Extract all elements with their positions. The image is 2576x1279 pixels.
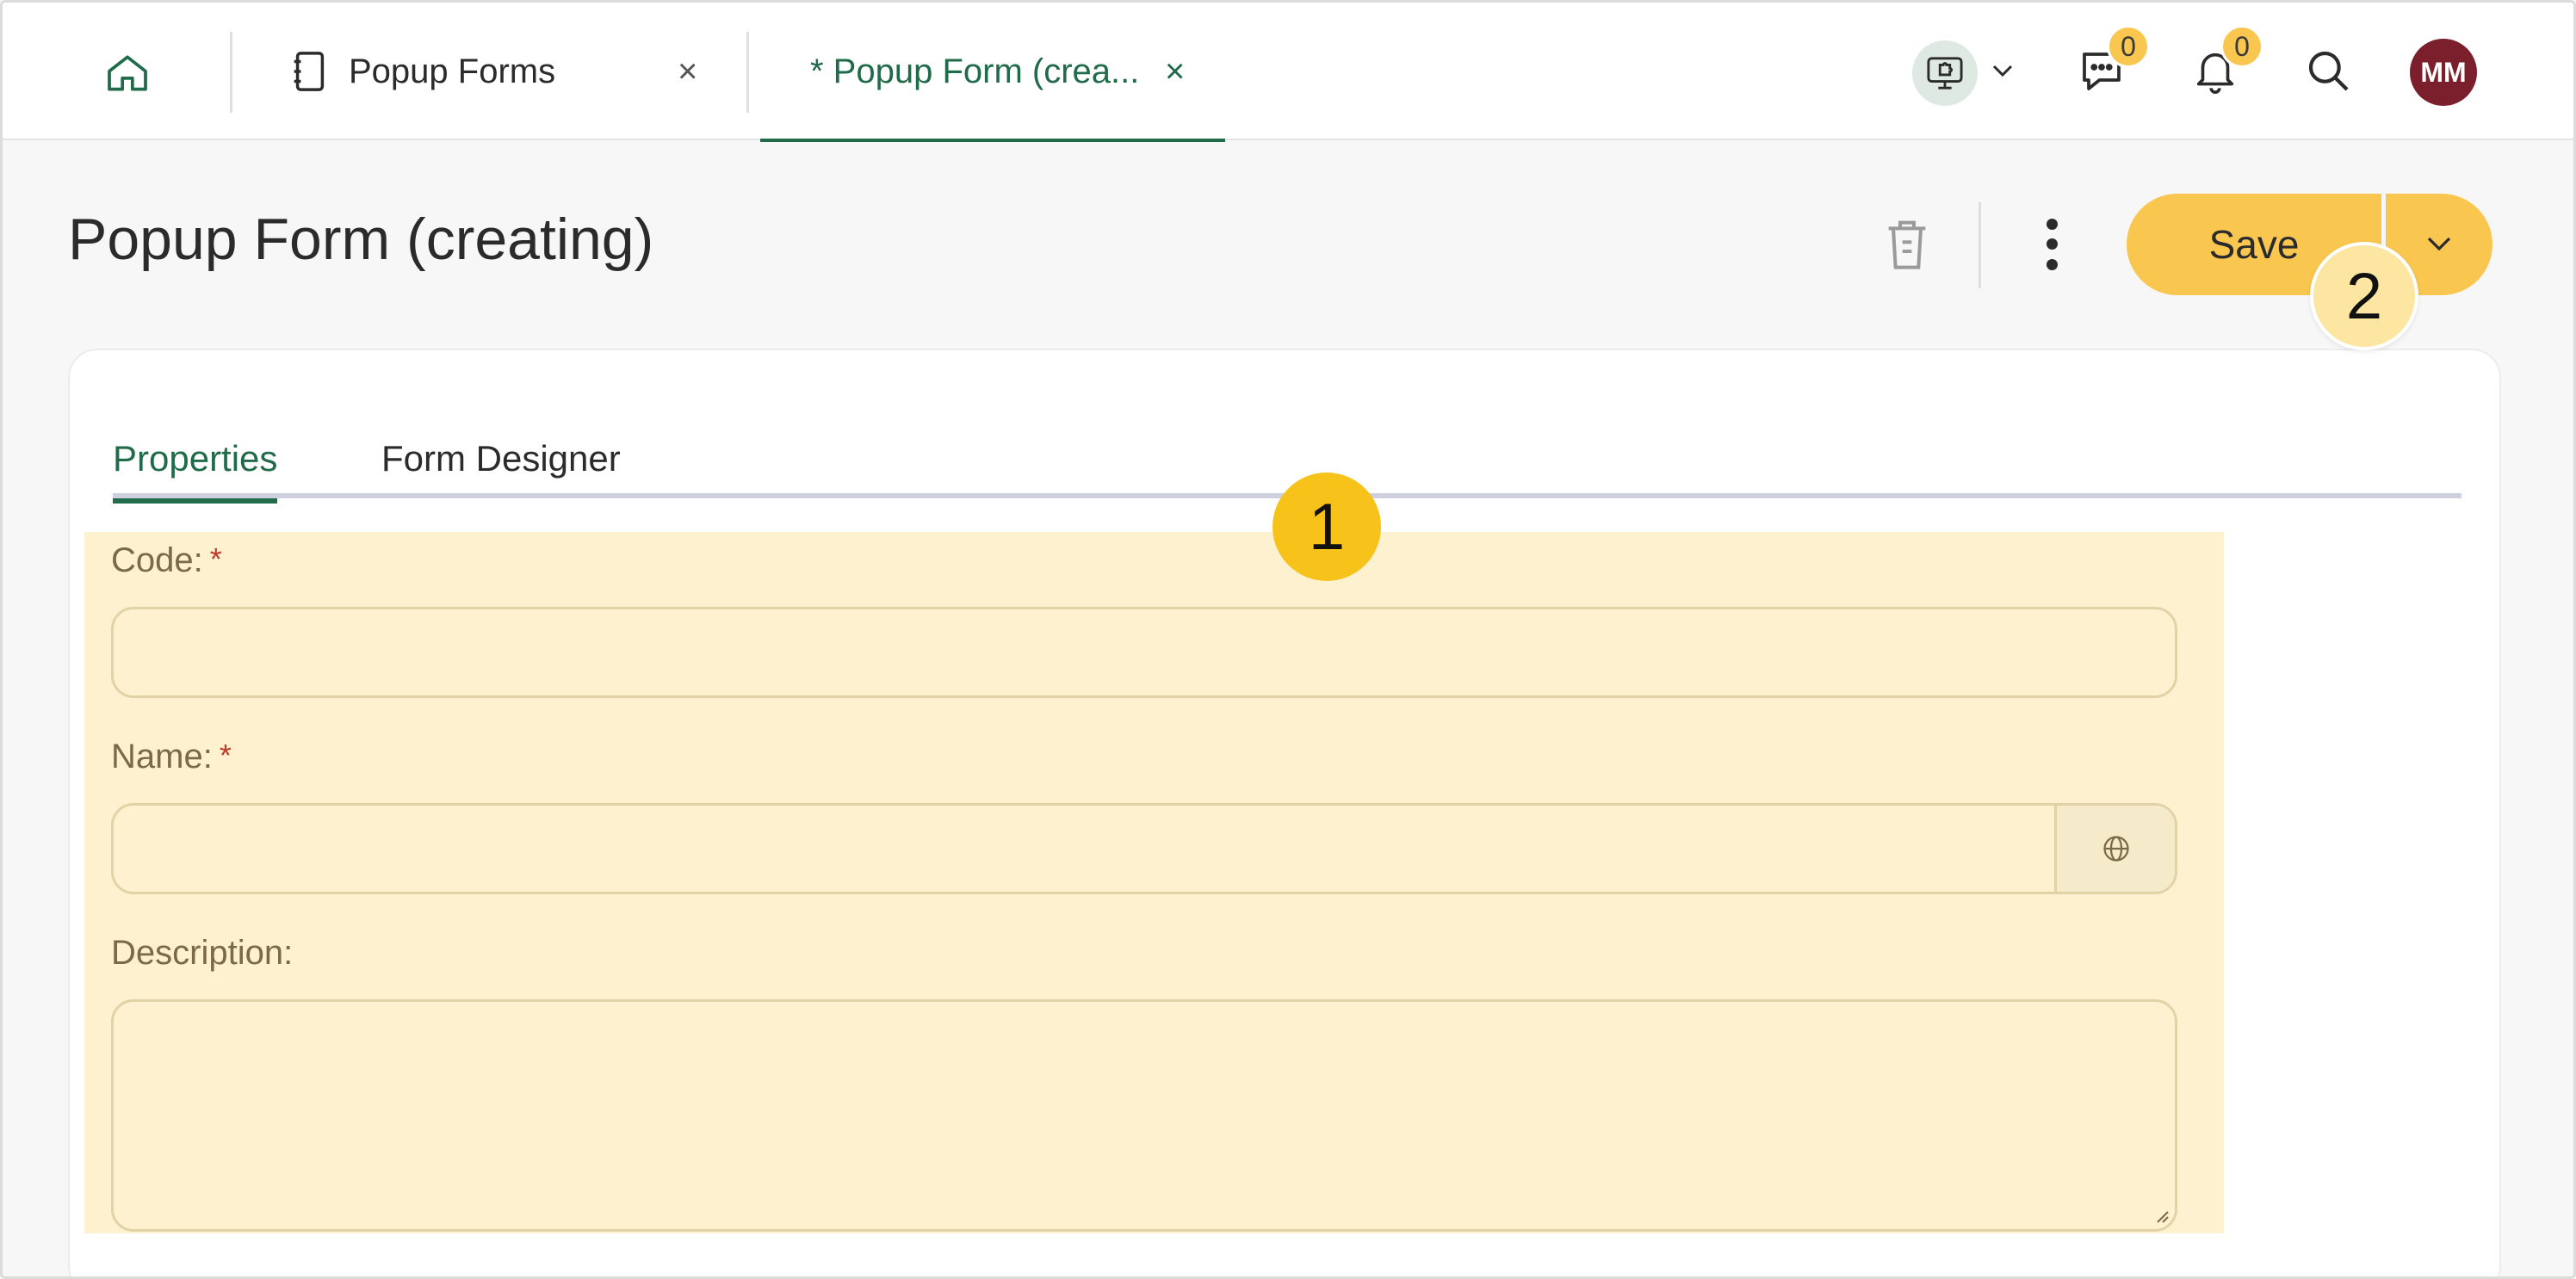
chat-count-badge: 0 xyxy=(2107,25,2150,68)
tab-properties[interactable]: Properties xyxy=(113,419,278,504)
more-options-icon[interactable] xyxy=(2034,214,2069,275)
name-label: Name: * xyxy=(111,738,232,775)
name-field[interactable] xyxy=(111,803,2177,894)
code-field[interactable] xyxy=(111,607,2177,698)
trash-icon xyxy=(1888,220,1926,269)
home-icon xyxy=(108,55,147,91)
description-label: Description: xyxy=(111,934,294,972)
required-marker: * xyxy=(219,738,232,773)
extensions-button[interactable] xyxy=(1912,40,1978,106)
top-bar: Popup Forms × * Popup Form (crea... × 0 xyxy=(3,3,2573,142)
code-label: Code: * xyxy=(111,541,222,579)
globe-icon xyxy=(2102,836,2129,862)
chevron-down-icon[interactable] xyxy=(1990,54,2016,89)
divider xyxy=(1978,202,1981,288)
notebook-icon xyxy=(292,50,330,93)
card-tabs: Properties Form Designer xyxy=(113,419,2461,504)
tab-popup-form-creating[interactable]: * Popup Form (crea... × xyxy=(760,3,1225,142)
description-field[interactable] xyxy=(111,999,2177,1232)
required-marker: * xyxy=(209,541,222,577)
divider xyxy=(230,32,232,113)
page-title: Popup Form (creating) xyxy=(68,207,654,272)
resize-handle-icon[interactable] xyxy=(2152,1207,2170,1224)
callout-marker-1: 1 xyxy=(1273,473,1381,581)
notification-count-badge: 0 xyxy=(2220,25,2263,68)
search-icon xyxy=(2308,51,2349,91)
chevron-down-icon xyxy=(2427,237,2451,251)
search-button[interactable] xyxy=(2294,37,2363,106)
tab-label: * Popup Form (crea... xyxy=(810,52,1140,90)
divider xyxy=(746,32,749,113)
close-tab-icon[interactable]: × xyxy=(1165,53,1185,91)
user-avatar[interactable]: MM xyxy=(2410,39,2477,106)
tab-label: Popup Forms xyxy=(349,52,556,90)
callout-marker-2: 2 xyxy=(2310,242,2418,350)
tab-popup-forms[interactable]: Popup Forms × xyxy=(292,3,722,140)
chat-button[interactable]: 0 xyxy=(2067,25,2150,106)
translations-button[interactable] xyxy=(2054,806,2175,892)
close-tab-icon[interactable]: × xyxy=(678,53,697,91)
notifications-button[interactable]: 0 xyxy=(2181,25,2263,106)
app-window: Popup Forms × * Popup Form (crea... × 0 xyxy=(0,0,2576,1279)
home-button[interactable] xyxy=(97,46,158,101)
delete-button[interactable] xyxy=(1879,214,1935,275)
active-tab-indicator xyxy=(760,139,1225,142)
puzzle-monitor-icon xyxy=(1927,57,1963,90)
tab-form-designer[interactable]: Form Designer xyxy=(381,419,621,498)
